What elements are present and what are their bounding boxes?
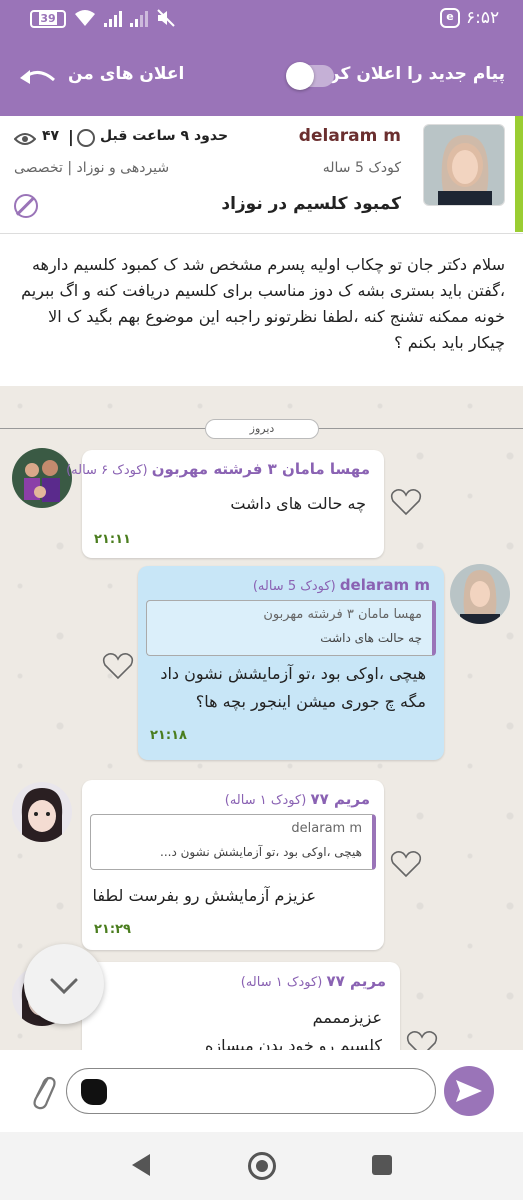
eye-icon bbox=[13, 131, 37, 145]
clock-icon bbox=[77, 129, 95, 147]
emoji-icon[interactable] bbox=[81, 1079, 107, 1105]
avatar[interactable] bbox=[12, 782, 72, 842]
sender-name: delaram m (کودک 5 ساله) bbox=[252, 576, 430, 594]
avatar[interactable] bbox=[450, 564, 510, 624]
app-header: پیام جدید را اعلان کن اعلان های من bbox=[0, 38, 523, 116]
message-bubble[interactable]: مهسا مامان ۳ فرشته مهربون (کودک ۶ ساله) … bbox=[66, 450, 384, 558]
view-count: ۴۷ bbox=[42, 128, 60, 144]
scroll-down-button[interactable] bbox=[24, 944, 104, 1024]
wifi-icon bbox=[74, 9, 96, 27]
clock: ۶:۵۲ bbox=[466, 8, 500, 28]
heart-icon[interactable] bbox=[390, 488, 422, 516]
my-announcements-link[interactable]: اعلان های من bbox=[68, 64, 184, 84]
message-text: چه حالت های داشت bbox=[230, 494, 366, 513]
message-text-line: هیچی ،اوکی بود ،تو آزمایشش نشون داد bbox=[160, 664, 426, 683]
send-button[interactable] bbox=[444, 1066, 494, 1116]
message-input[interactable] bbox=[66, 1068, 436, 1114]
message-bubble[interactable]: مریم ۷۷ (کودک ۱ ساله) عزیزمممم کلسیم رو … bbox=[82, 962, 400, 1050]
message-time: ۲۱:۱۸ bbox=[150, 728, 187, 743]
heart-icon[interactable] bbox=[406, 1030, 438, 1050]
sender-name: مریم ۷۷ (کودک ۱ ساله) bbox=[240, 972, 386, 990]
notify-toggle[interactable] bbox=[286, 62, 334, 90]
message-text-line: کلسیم رو خود بدن میسازه bbox=[205, 1036, 382, 1050]
heart-icon[interactable] bbox=[102, 652, 134, 680]
nav-back-icon[interactable] bbox=[132, 1154, 150, 1176]
message-text-line: عزیزمممم bbox=[312, 1008, 382, 1027]
question-time: حدود ۹ ساعت قبل bbox=[100, 128, 229, 144]
battery-icon: 39 bbox=[30, 10, 66, 28]
message-time: ۲۱:۱۱ bbox=[94, 532, 131, 547]
question-title: کمبود کلسیم در نوزاد bbox=[221, 194, 401, 214]
message-text: عزیزم آزمایشش رو بفرست لطفا bbox=[92, 886, 316, 905]
block-icon[interactable] bbox=[14, 194, 38, 218]
reply-preview[interactable]: مهسا مامان ۳ فرشته مهربون چه حالت های دا… bbox=[146, 600, 436, 656]
sender-name: مهسا مامان ۳ فرشته مهربون (کودک ۶ ساله) bbox=[66, 460, 370, 478]
status-bar: 39 e ۶:۵۲ bbox=[0, 0, 523, 38]
question-author[interactable]: delaram m bbox=[299, 126, 401, 146]
separator: | bbox=[68, 127, 74, 146]
back-arrow-icon[interactable] bbox=[18, 64, 58, 88]
avatar[interactable] bbox=[12, 448, 72, 508]
question-body: سلام دکتر جان تو چکاب اولیه پسرم مشخص شد… bbox=[0, 234, 523, 386]
question-category: شیردهی و نوزاد | تخصصی bbox=[14, 160, 170, 176]
sender-name: مریم ۷۷ (کودک ۱ ساله) bbox=[224, 790, 370, 808]
nav-home-icon[interactable] bbox=[248, 1152, 276, 1180]
signal-icon bbox=[130, 9, 148, 27]
author-avatar[interactable] bbox=[423, 124, 505, 206]
message-input-bar bbox=[0, 1050, 523, 1132]
notify-label: پیام جدید را اعلان کن bbox=[325, 64, 505, 84]
nav-recents-icon[interactable] bbox=[372, 1155, 392, 1175]
status-icons bbox=[74, 9, 176, 27]
system-nav-bar bbox=[0, 1132, 523, 1200]
question-card: delaram m حدود ۹ ساعت قبل | ۴۷ کودک 5 سا… bbox=[0, 116, 523, 234]
message-time: ۲۱:۲۹ bbox=[94, 922, 131, 937]
reply-preview[interactable]: delaram m هیچی ،اوکی بود ،تو آزمایشش نشو… bbox=[90, 814, 376, 870]
message-bubble[interactable]: مریم ۷۷ (کودک ۱ ساله) delaram m هیچی ،او… bbox=[82, 780, 384, 950]
reply-author: delaram m bbox=[291, 821, 362, 836]
question-accent-bar bbox=[515, 116, 523, 232]
chevron-down-icon bbox=[50, 978, 78, 995]
heart-icon[interactable] bbox=[390, 850, 422, 878]
message-bubble-own[interactable]: delaram m (کودک 5 ساله) مهسا مامان ۳ فرش… bbox=[138, 566, 444, 760]
mute-icon bbox=[156, 9, 176, 27]
message-text-line: مگه چ جوری میشن اینجور بچه ها؟ bbox=[195, 692, 426, 711]
signal-icon bbox=[104, 9, 122, 27]
reply-text: هیچی ،اوکی بود ،تو آزمایشش نشون د... bbox=[160, 845, 362, 859]
reply-author: مهسا مامان ۳ فرشته مهربون bbox=[263, 607, 422, 622]
send-icon bbox=[456, 1080, 482, 1102]
reply-text: چه حالت های داشت bbox=[320, 631, 422, 645]
date-label: دیروز bbox=[205, 419, 319, 439]
toggle-knob bbox=[286, 62, 314, 90]
child-age: کودک 5 ساله bbox=[322, 160, 401, 176]
paperclip-icon[interactable] bbox=[28, 1070, 58, 1110]
e-app-icon: e bbox=[440, 8, 460, 28]
